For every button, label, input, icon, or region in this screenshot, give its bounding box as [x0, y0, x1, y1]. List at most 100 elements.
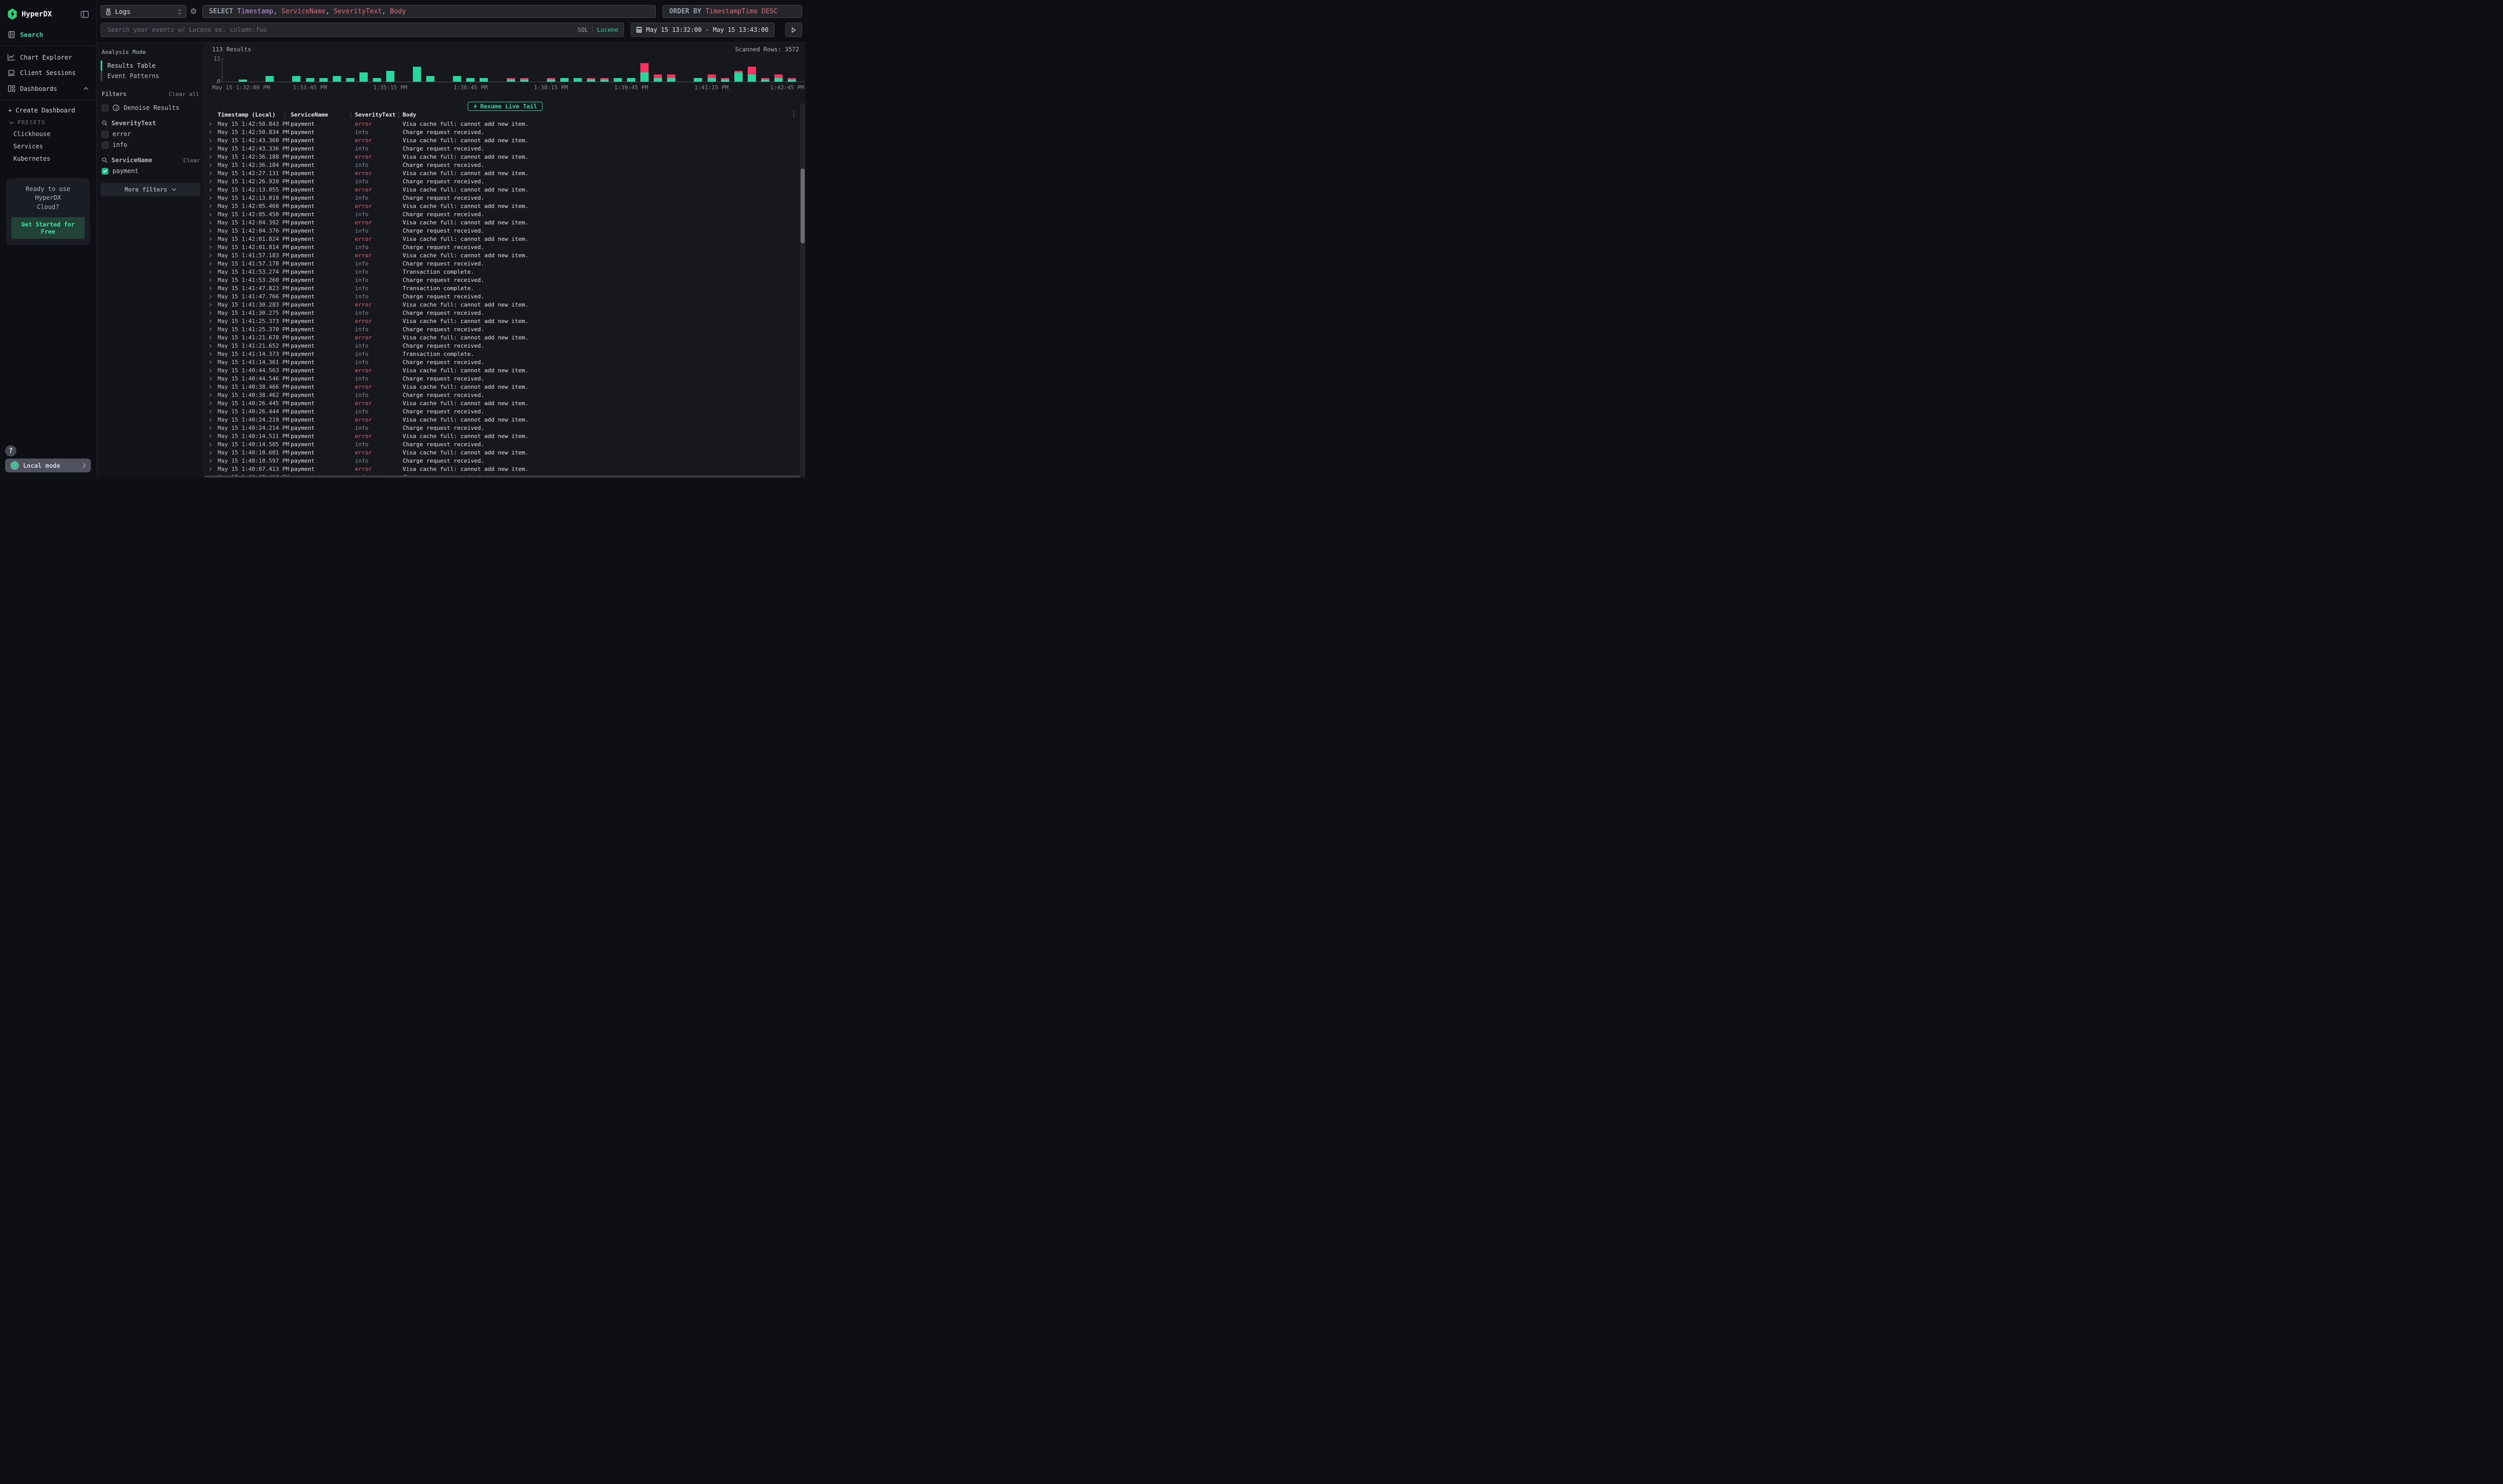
table-row[interactable]: May 15 1:40:24.214 PMpaymentinfoCharge r… [205, 424, 800, 432]
source-select[interactable]: Logs [101, 5, 186, 18]
row-chevron-icon[interactable] [208, 245, 212, 249]
row-chevron-icon[interactable] [208, 213, 212, 216]
row-chevron-icon[interactable] [208, 130, 212, 134]
row-chevron-icon[interactable] [208, 352, 212, 356]
table-row[interactable]: May 15 1:40:14.511 PMpaymenterrorVisa ca… [205, 432, 800, 441]
row-chevron-icon[interactable] [208, 360, 212, 364]
row-chevron-icon[interactable] [208, 270, 212, 274]
table-row[interactable]: May 15 1:41:21.678 PMpaymenterrorVisa ca… [205, 334, 800, 342]
table-row[interactable]: May 15 1:41:30.283 PMpaymenterrorVisa ca… [205, 301, 800, 309]
table-row[interactable]: May 15 1:42:01.824 PMpaymenterrorVisa ca… [205, 235, 800, 243]
row-chevron-icon[interactable] [208, 122, 212, 126]
tab-results-table[interactable]: Results Table [101, 61, 200, 71]
row-chevron-icon[interactable] [208, 229, 212, 233]
row-chevron-icon[interactable] [208, 278, 212, 282]
row-chevron-icon[interactable] [208, 204, 212, 208]
table-row[interactable]: May 15 1:42:04.392 PMpaymenterrorVisa ca… [205, 219, 800, 227]
time-range-picker[interactable]: May 15 13:32:00 - May 15 13:43:00 [631, 23, 774, 37]
row-chevron-icon[interactable] [208, 410, 212, 413]
table-row[interactable]: May 15 1:41:57.183 PMpaymenterrorVisa ca… [205, 252, 800, 260]
table-row[interactable]: May 15 1:41:25.373 PMpaymenterrorVisa ca… [205, 317, 800, 326]
column-drag-dots[interactable] [350, 112, 351, 118]
row-chevron-icon[interactable] [208, 221, 212, 224]
table-row[interactable]: May 15 1:40:26.445 PMpaymenterrorVisa ca… [205, 399, 800, 408]
filter-option[interactable]: info [102, 141, 200, 148]
table-row[interactable]: May 15 1:41:25.370 PMpaymentinfoCharge r… [205, 326, 800, 334]
table-row[interactable]: May 15 1:42:43.360 PMpaymenterrorVisa ca… [205, 137, 800, 145]
row-chevron-icon[interactable] [208, 295, 212, 298]
get-started-button[interactable]: Get Started for Free [11, 217, 85, 239]
row-chevron-icon[interactable] [208, 319, 212, 323]
table-row[interactable]: May 15 1:41:30.275 PMpaymentinfoCharge r… [205, 309, 800, 317]
mode-toggle-lucene[interactable]: Lucene [597, 26, 618, 33]
table-row[interactable]: May 15 1:41:53.274 PMpaymentinfoTransact… [205, 268, 800, 276]
table-row[interactable]: May 15 1:40:26.444 PMpaymentinfoCharge r… [205, 408, 800, 416]
row-chevron-icon[interactable] [208, 328, 212, 331]
row-chevron-icon[interactable] [208, 385, 212, 389]
row-chevron-icon[interactable] [208, 459, 212, 463]
run-query-button[interactable] [785, 23, 802, 37]
sidebar-item-chart-explorer[interactable]: Chart Explorer [0, 49, 96, 65]
table-row[interactable]: May 15 1:41:47.823 PMpaymentinfoTransact… [205, 284, 800, 293]
row-chevron-icon[interactable] [208, 303, 212, 307]
filter-group-clear-button[interactable]: Clear [183, 157, 200, 164]
table-row[interactable]: May 15 1:42:05.460 PMpaymenterrorVisa ca… [205, 202, 800, 211]
table-row[interactable]: May 15 1:42:01.814 PMpaymentinfoCharge r… [205, 243, 800, 252]
help-button[interactable]: ? [5, 445, 16, 456]
table-row[interactable]: May 15 1:42:04.376 PMpaymentinfoCharge r… [205, 227, 800, 235]
filter-option[interactable]: error [102, 130, 200, 138]
table-row[interactable]: May 15 1:42:50.843 PMpaymenterrorVisa ca… [205, 120, 800, 128]
presets-toggle[interactable]: PRESETS [0, 116, 96, 128]
sidebar-item-dashboards[interactable]: Dashboards [0, 81, 96, 97]
chevron-up-icon[interactable] [83, 87, 89, 90]
row-chevron-icon[interactable] [208, 287, 212, 290]
row-chevron-icon[interactable] [208, 402, 212, 405]
row-chevron-icon[interactable] [208, 262, 212, 265]
table-row[interactable]: May 15 1:42:05.450 PMpaymentinfoCharge r… [205, 211, 800, 219]
row-chevron-icon[interactable] [208, 196, 212, 200]
table-row[interactable]: May 15 1:42:43.336 PMpaymentinfoCharge r… [205, 145, 800, 153]
row-chevron-icon[interactable] [208, 418, 212, 422]
row-chevron-icon[interactable] [208, 426, 212, 430]
table-row[interactable]: May 15 1:40:44.563 PMpaymenterrorVisa ca… [205, 367, 800, 375]
table-row[interactable]: May 15 1:42:36.188 PMpaymenterrorVisa ca… [205, 153, 800, 161]
select-query-input[interactable]: SELECT Timestamp, ServiceName, SeverityT… [202, 5, 656, 18]
filter-checkbox[interactable] [102, 168, 108, 175]
create-dashboard-button[interactable]: + Create Dashboard [0, 103, 96, 116]
column-drag-dots[interactable] [398, 112, 399, 118]
table-row[interactable]: May 15 1:40:38.466 PMpaymenterrorVisa ca… [205, 383, 800, 391]
table-row[interactable]: May 15 1:40:10.597 PMpaymentinfoCharge r… [205, 457, 800, 465]
table-row[interactable]: May 15 1:42:27.131 PMpaymenterrorVisa ca… [205, 169, 800, 178]
mode-toggle-sql[interactable]: SQL [578, 26, 589, 33]
resume-live-tail-button[interactable]: Resume Live Tail [467, 102, 543, 111]
vertical-scrollbar-thumb[interactable] [801, 168, 805, 243]
row-chevron-icon[interactable] [208, 139, 212, 142]
sidebar-preset-item[interactable]: Kubernetes [0, 153, 96, 165]
column-header-timestamp[interactable]: Timestamp (Local) [218, 111, 276, 118]
local-mode-button[interactable]: U Local mode [5, 459, 91, 472]
clear-all-button[interactable]: Clear all [168, 91, 199, 98]
sidebar-preset-item[interactable]: Clickhouse [0, 128, 96, 140]
row-chevron-icon[interactable] [208, 163, 212, 167]
denoise-option[interactable]: Denoise Results [102, 104, 200, 111]
kebab-menu-icon[interactable]: ⋮ [790, 110, 797, 118]
row-chevron-icon[interactable] [208, 451, 212, 454]
table-row[interactable]: May 15 1:40:44.546 PMpaymentinfoCharge r… [205, 375, 800, 383]
column-header-servicename[interactable]: ServiceName [291, 111, 328, 118]
row-chevron-icon[interactable] [208, 180, 212, 183]
table-row[interactable]: May 15 1:40:10.601 PMpaymenterrorVisa ca… [205, 449, 800, 457]
sidebar-preset-item[interactable]: Services [0, 140, 96, 153]
row-chevron-icon[interactable] [208, 393, 212, 397]
vertical-scrollbar-track[interactable] [800, 103, 805, 478]
table-row[interactable]: May 15 1:41:14.361 PMpaymentinfoCharge r… [205, 358, 800, 367]
horizontal-scrollbar[interactable] [205, 475, 800, 478]
column-header-body[interactable]: Body [403, 111, 416, 118]
table-row[interactable]: May 15 1:40:38.462 PMpaymentinfoCharge r… [205, 391, 800, 399]
sidebar-item-client-sessions[interactable]: Client Sessions [0, 65, 96, 81]
table-row[interactable]: May 15 1:40:07.413 PMpaymenterrorVisa ca… [205, 465, 800, 473]
table-row[interactable]: May 15 1:40:24.219 PMpaymenterrorVisa ca… [205, 416, 800, 424]
sidebar-item-search[interactable]: Search [0, 27, 96, 43]
table-row[interactable]: May 15 1:42:36.184 PMpaymentinfoCharge r… [205, 161, 800, 169]
row-chevron-icon[interactable] [208, 237, 212, 241]
filter-option[interactable]: payment [102, 167, 200, 175]
